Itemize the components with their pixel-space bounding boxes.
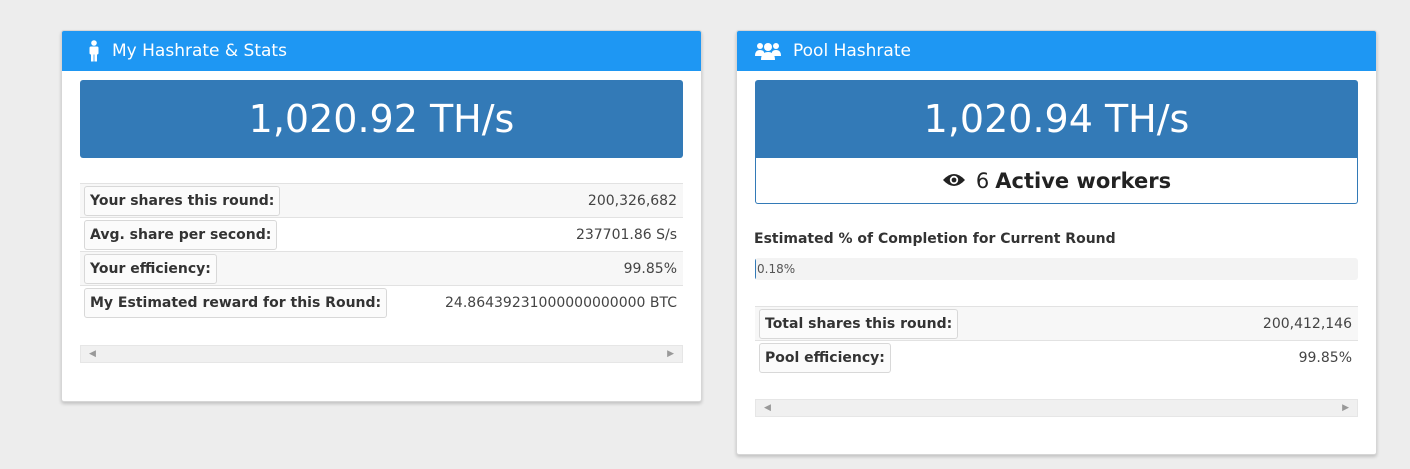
table-row: Your efficiency: 99.85% [80,251,683,286]
my-stats-table: Your shares this round: 200,326,682 Avg.… [80,183,683,319]
pool-header: Pool Hashrate [737,31,1376,71]
scroll-left-arrow-icon[interactable]: ◀ [764,403,771,413]
row-value: 99.85% [1298,349,1352,366]
active-workers-bar: 6 Active workers [755,158,1358,204]
table-row: Pool efficiency: 99.85% [755,340,1358,375]
row-value: 99.85% [623,260,677,277]
pool-panel: Pool Hashrate 1,020.94 TH/s 6 Active wor… [736,30,1377,455]
person-icon [88,40,100,62]
table-row: Your shares this round: 200,326,682 [80,183,683,218]
my-stats-header: My Hashrate & Stats [62,31,701,71]
pool-title: Pool Hashrate [793,41,911,61]
scroll-right-arrow-icon[interactable]: ▶ [667,349,674,359]
table-row: My Estimated reward for this Round: 24.8… [80,285,683,320]
pool-stats-table: Total shares this round: 200,412,146 Poo… [755,306,1358,374]
completion-progress-bar: 0.18% [755,258,1358,280]
my-hashrate-value: 1,020.92 TH/s [80,80,683,158]
horizontal-scrollbar[interactable]: ◀ ▶ [80,345,683,363]
eye-icon [942,169,966,193]
horizontal-scrollbar[interactable]: ◀ ▶ [755,399,1358,417]
row-value: 200,326,682 [587,192,677,209]
table-row: Avg. share per second: 237701.86 S/s [80,217,683,252]
table-row: Total shares this round: 200,412,146 [755,306,1358,341]
completion-progress-text: 0.18% [757,262,796,276]
row-label: Avg. share per second: [84,219,278,250]
row-value: 200,412,146 [1262,315,1352,332]
scroll-left-arrow-icon[interactable]: ◀ [89,349,96,359]
pool-hashrate-value: 1,020.94 TH/s [755,80,1358,158]
completion-progress-fill [755,258,757,280]
row-label: My Estimated reward for this Round: [84,287,388,318]
my-stats-panel: My Hashrate & Stats 1,020.92 TH/s Your s… [61,30,702,402]
row-label: Pool efficiency: [759,342,891,373]
my-stats-title: My Hashrate & Stats [112,41,287,61]
row-label: Your efficiency: [84,253,217,284]
workers-label: Active workers [995,168,1172,193]
users-icon [755,41,781,61]
row-value: 237701.86 S/s [575,226,677,243]
row-value: 24.86439231000000000000 BTC [445,294,677,311]
row-label: Total shares this round: [759,308,959,339]
workers-count: 6 [975,168,990,193]
scroll-right-arrow-icon[interactable]: ▶ [1342,403,1349,413]
completion-title: Estimated % of Completion for Current Ro… [754,231,1116,247]
row-label: Your shares this round: [84,185,281,216]
